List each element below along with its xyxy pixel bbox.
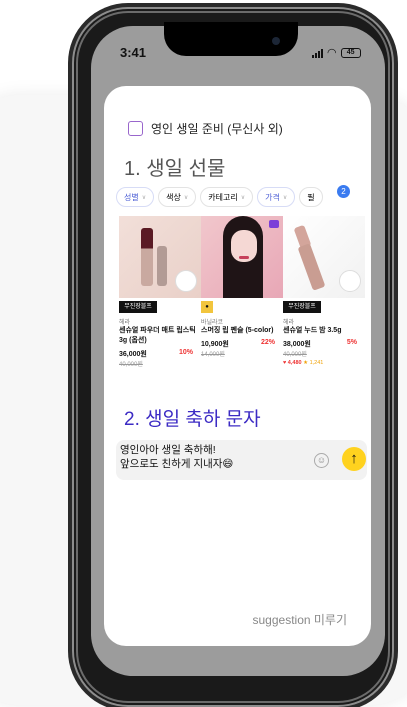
product-image <box>201 216 283 298</box>
price-row: 38,000원 5% <box>283 339 357 349</box>
product-name: 스머징 립 펜슬 (5-color) <box>201 327 274 334</box>
promo-tag: 무진장블프 <box>119 301 157 313</box>
message-input[interactable]: 영인아아 생일 축하해! 앞으로도 친하게 지내자😄 <box>120 443 233 471</box>
emoji-icon[interactable]: ☺ <box>314 453 329 468</box>
product-card[interactable]: 무진장블프 헤라 센슈얼 누드 밤 3.5g 38,000원 5% 40,000… <box>283 216 365 368</box>
product-discount: 5% <box>346 339 357 346</box>
filter-chip-category[interactable]: 카테고리 ∨ <box>200 187 254 207</box>
heart-icon: ♥ <box>283 360 287 366</box>
status-icons: ◠ 45 <box>312 46 361 59</box>
signal-icon <box>312 48 323 58</box>
filter-label: 필 <box>307 192 315 202</box>
chevron-down-icon: ∨ <box>240 194 246 201</box>
price-row: 36,000원 10% <box>119 349 193 359</box>
message-composer[interactable]: 영인아아 생일 축하해! 앞으로도 친하게 지내자😄 ☺ ↑ <box>116 440 367 480</box>
product-discount: 22% <box>260 339 275 346</box>
product-brand: 헤라 <box>119 320 131 326</box>
todo-item[interactable]: 영인 생일 준비 (무신사 외) <box>128 120 283 137</box>
filter-label: 색상 <box>166 192 181 202</box>
filter-label: 가격 <box>265 192 280 202</box>
todo-checkbox[interactable] <box>128 121 143 136</box>
product-brand: 헤라 <box>283 320 295 326</box>
product-discount: 10% <box>178 349 193 356</box>
stage: 3:41 ◠ 45 영인 생일 준비 (무신사 외) 1. 생일 선물 성별 ∨ … <box>0 0 407 707</box>
product-price: 38,000원 <box>283 341 311 348</box>
camera-icon <box>272 37 280 45</box>
suggestion-card: 영인 생일 준비 (무신사 외) 1. 생일 선물 성별 ∨ 색상 ∨ 카테고리 ∨ … <box>104 86 371 646</box>
like-count: 4,480 <box>287 360 302 366</box>
product-old-price: 40,000원 <box>119 362 143 368</box>
product-brand: 바닐라코 <box>201 320 224 326</box>
review-count: 1,241 <box>309 360 324 366</box>
status-time: 3:41 <box>120 45 147 60</box>
filter-bar: 성별 ∨ 색상 ∨ 카테고리 ∨ 가격 ∨ 필 <box>116 187 323 207</box>
swatch-thumbnail <box>339 270 361 292</box>
product-old-price: 40,000원 <box>283 352 307 358</box>
star-icon: ★ <box>303 360 309 366</box>
filter-chip-price[interactable]: 가격 ∨ <box>257 187 296 207</box>
product-card[interactable]: 무진장블프 헤라 센슈얼 파우더 매트 립스틱 3g (옵션) 36,000원 … <box>119 216 201 368</box>
product-card[interactable]: ● 바닐라코 스머징 립 펜슬 (5-color) 10,900원 22% 14… <box>201 216 283 368</box>
product-image <box>283 216 365 298</box>
swatch-thumbnail <box>175 270 197 292</box>
postpone-suggestion-button[interactable]: suggestion 미루기 <box>253 611 348 628</box>
send-button[interactable]: ↑ <box>342 447 366 471</box>
battery-icon: 45 <box>340 47 361 58</box>
price-row: 10,900원 22% <box>201 339 275 349</box>
promo-icon <box>269 220 279 228</box>
product-stats: ♥ 4,480 ★ 1,241 <box>283 360 365 366</box>
chevron-down-icon: ∨ <box>282 194 288 201</box>
filter-chip-gender[interactable]: 성별 ∨ <box>116 187 155 207</box>
product-price: 10,900원 <box>201 341 229 348</box>
todo-label: 영인 생일 준비 (무신사 외) <box>151 122 283 136</box>
filter-label: 성별 <box>124 192 139 202</box>
product-list: 무진장블프 헤라 센슈얼 파우더 매트 립스틱 3g (옵션) 36,000원 … <box>119 216 365 368</box>
product-old-price: 14,000원 <box>201 352 225 358</box>
chevron-down-icon: ∨ <box>141 194 147 201</box>
promo-tag: 무진장블프 <box>283 301 321 313</box>
wifi-icon: ◠ <box>327 47 337 59</box>
chevron-down-icon: ∨ <box>183 194 189 201</box>
product-image <box>119 216 201 298</box>
product-name: 센슈얼 누드 밤 3.5g <box>283 327 342 334</box>
promo-icon: ● <box>201 301 213 313</box>
product-price: 36,000원 <box>119 351 147 358</box>
filter-chip-color[interactable]: 색상 ∨ <box>158 187 197 207</box>
filter-label: 카테고리 <box>208 192 238 202</box>
filter-count-badge: 2 <box>337 185 350 198</box>
product-name: 센슈얼 파우더 매트 립스틱 3g (옵션) <box>119 327 196 344</box>
filter-chip-more[interactable]: 필 <box>299 187 323 207</box>
section-title-gift: 1. 생일 선물 <box>124 158 226 180</box>
section-title-message: 2. 생일 축하 문자 <box>124 409 261 430</box>
